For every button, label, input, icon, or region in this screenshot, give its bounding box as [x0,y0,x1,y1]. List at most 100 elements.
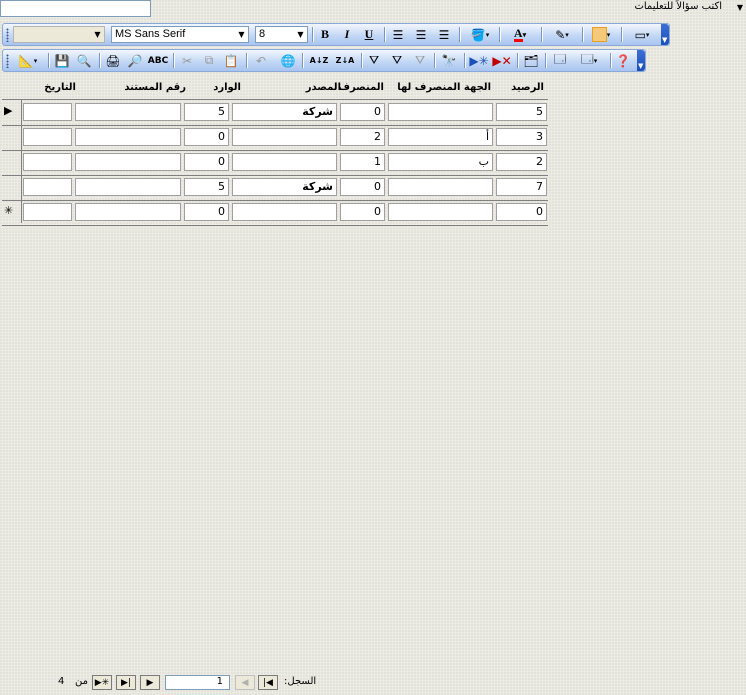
spelling-icon[interactable]: ABC [148,52,168,69]
toolbar-options-button[interactable]: ▼ [661,24,669,45]
cell-recipient[interactable]: أ [388,128,493,146]
cell-source[interactable] [232,153,337,171]
ask-question-input[interactable]: اكتب سؤالاً للتعليمات [634,1,722,12]
font-size-combo[interactable]: 8 ▼ [255,26,308,43]
save-icon[interactable]: 💾 [53,52,71,69]
database-window-icon[interactable]: 🗔 [551,52,569,69]
column-header-recipient[interactable]: الجهة المنصرف لها [397,82,491,93]
record-selector[interactable] [2,150,21,175]
cell-balance[interactable]: 0 [496,203,547,221]
cell-received[interactable]: 0 [184,153,229,171]
cell-document-number[interactable] [75,178,181,196]
line-color-icon[interactable]: ✎ ▾ [546,26,578,43]
chevron-down-icon[interactable]: ▼ [295,28,306,41]
undo-icon[interactable]: ↶ [252,52,270,69]
cell-source[interactable]: شركة [232,178,337,196]
print-icon[interactable]: 🖨 [104,52,122,69]
cell-issued[interactable]: 0 [340,203,385,221]
align-center-icon[interactable]: ☰ [412,26,430,43]
cell-issued[interactable]: 1 [340,153,385,171]
delete-record-icon[interactable]: ▶✕ [492,52,512,69]
cell-issued[interactable]: 0 [340,103,385,121]
filter-by-selection-icon[interactable]: ⛛ [365,52,383,69]
view-icon[interactable]: 📐 ▾ [13,52,43,69]
cell-received[interactable]: 5 [184,178,229,196]
underline-button[interactable]: U [360,26,378,43]
cell-recipient[interactable] [388,178,493,196]
sort-ascending-icon[interactable]: A↓Z [308,52,330,69]
ask-question-box[interactable]: اكتب سؤالاً للتعليمات ▼ [0,0,743,17]
new-record-icon[interactable]: ▶✳ [469,52,489,69]
previous-record-button[interactable]: ◀ [235,675,255,690]
current-record-input[interactable]: 1 [165,675,230,690]
chevron-down-icon[interactable]: ▼ [236,28,247,41]
line-style-icon[interactable]: ▭ ▾ [626,26,658,43]
cell-source[interactable]: شركة [232,103,337,121]
paste-icon[interactable]: 📋 [222,52,240,69]
chevron-down-icon[interactable]: ▼ [734,0,746,15]
cell-source[interactable] [232,128,337,146]
cell-received[interactable]: 5 [184,103,229,121]
print-preview-icon[interactable]: 🔎 [126,52,144,69]
sort-descending-icon[interactable]: Z↓A [334,52,356,69]
next-record-button[interactable]: ▶ [140,675,160,690]
copy-icon[interactable]: ⧉ [200,52,218,69]
font-name-combo[interactable]: MS Sans Serif ▼ [111,26,249,43]
column-header-balance[interactable]: الرصيد [511,82,544,93]
object-combo[interactable]: ▼ [13,26,105,43]
toolbar-grip[interactable] [6,54,9,68]
cell-date[interactable] [23,103,72,121]
properties-icon[interactable]: 🗂 [522,52,540,69]
cell-issued[interactable]: 0 [340,178,385,196]
italic-button[interactable]: I [338,26,356,43]
cell-source[interactable] [232,203,337,221]
filter-by-form-icon[interactable]: ⛛ [388,52,406,69]
column-header-source[interactable]: المصدر [306,82,341,93]
cell-balance[interactable]: 7 [496,178,547,196]
align-left-icon[interactable]: ☰ [389,26,407,43]
cell-recipient[interactable]: ب [388,153,493,171]
last-record-button[interactable]: ▶| [116,675,136,690]
cell-document-number[interactable] [75,103,181,121]
cell-date[interactable] [23,128,72,146]
help-icon[interactable]: ❓ [614,52,632,69]
cell-document-number[interactable] [75,203,181,221]
cell-date[interactable] [23,153,72,171]
cut-icon[interactable]: ✂ [178,52,196,69]
toolbar-grip[interactable] [6,28,9,42]
hyperlink-icon[interactable]: 🌐 [279,52,297,69]
cell-issued[interactable]: 2 [340,128,385,146]
bold-button[interactable]: B [316,26,334,43]
new-object-icon[interactable]: 🗔 ▾ [573,52,605,69]
cell-date[interactable] [23,178,72,196]
new-record-nav-button[interactable]: ▶✳ [92,675,112,690]
font-color-icon[interactable]: A ▾ [505,26,535,43]
border-icon[interactable]: ▾ [585,26,617,43]
cell-document-number[interactable] [75,128,181,146]
record-selector[interactable]: ▶ [2,100,21,125]
first-record-button[interactable]: |◀ [258,675,278,690]
cell-balance[interactable]: 2 [496,153,547,171]
chevron-down-icon[interactable]: ▼ [92,28,103,41]
cell-balance[interactable]: 5 [496,103,547,121]
record-selector[interactable]: ✳ [2,200,21,225]
align-right-icon[interactable]: ☰ [435,26,453,43]
record-selector[interactable] [2,125,21,150]
cell-date[interactable] [23,203,72,221]
column-header-issued[interactable]: المنصرف [338,82,384,93]
column-header-document-number[interactable]: رقم المستند [124,82,186,93]
cell-received[interactable]: 0 [184,128,229,146]
cell-recipient[interactable] [388,103,493,121]
toolbar-options-button[interactable]: ▼ [637,50,645,71]
fill-color-icon[interactable]: 🪣 ▾ [465,26,495,43]
cell-recipient[interactable] [388,203,493,221]
column-header-received[interactable]: الوارد [213,82,241,93]
cell-received[interactable]: 0 [184,203,229,221]
column-header-date[interactable]: التاريخ [44,82,76,93]
record-selector[interactable] [2,175,21,200]
cell-balance[interactable]: 3 [496,128,547,146]
find-icon[interactable]: 🔭 [439,52,459,69]
apply-filter-icon[interactable]: ⛛ [411,52,429,69]
search-icon[interactable]: 🔍 [75,52,93,69]
cell-document-number[interactable] [75,153,181,171]
